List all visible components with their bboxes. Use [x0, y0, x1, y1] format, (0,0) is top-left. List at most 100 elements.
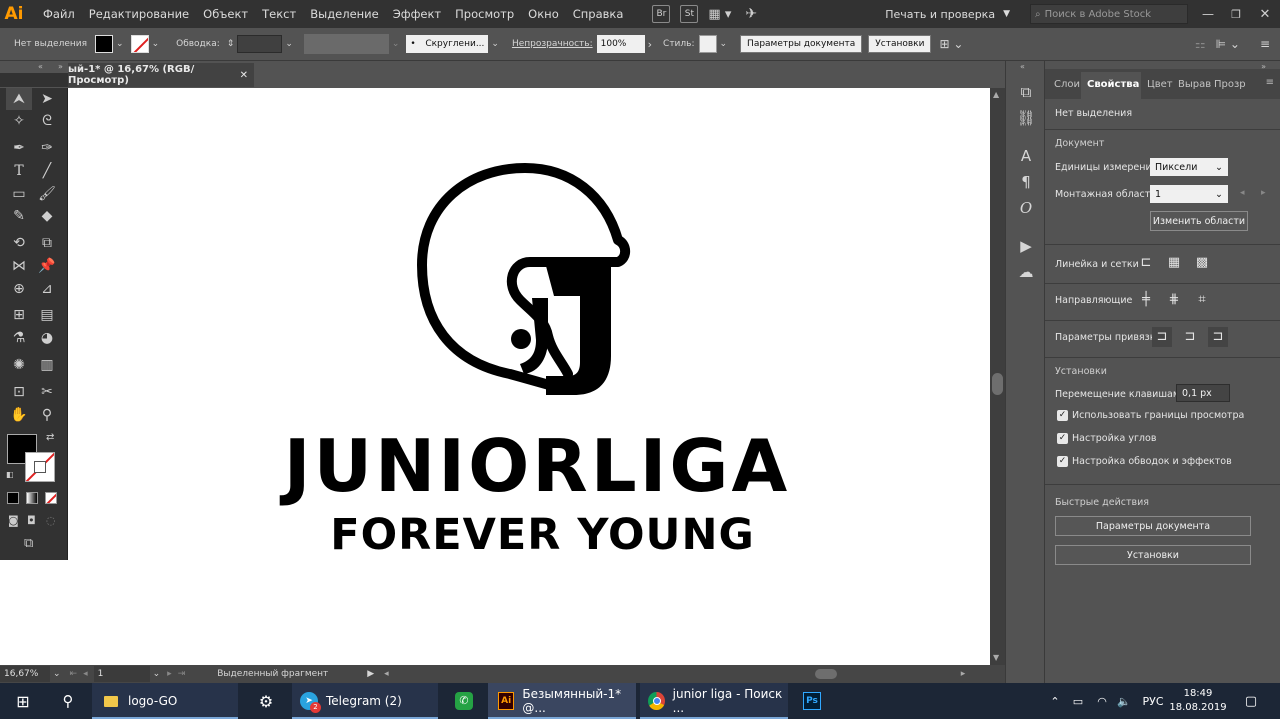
- chevron-down-icon[interactable]: ⌄: [285, 39, 293, 49]
- minimize-button[interactable]: —: [1194, 7, 1222, 21]
- close-tab-icon[interactable]: ✕: [240, 70, 248, 81]
- close-button[interactable]: ✕: [1250, 7, 1280, 22]
- pencil-tool-icon[interactable]: ✎: [6, 205, 32, 227]
- blend-tool-icon[interactable]: ◕: [34, 327, 60, 349]
- zoom-field[interactable]: 16,67%: [0, 666, 50, 682]
- quick-document-setup-button[interactable]: Параметры документа: [1055, 516, 1251, 536]
- units-select[interactable]: Пиксели ⌄: [1150, 158, 1228, 176]
- puppet-warp-tool-icon[interactable]: 📌: [34, 255, 60, 277]
- horizontal-scrollbar[interactable]: [395, 668, 955, 680]
- vertical-scrollbar[interactable]: ▲ ▼: [990, 88, 1005, 665]
- default-colors-icon[interactable]: ◧: [6, 470, 14, 479]
- taskbar-explorer[interactable]: logo-GO: [92, 683, 238, 719]
- bridge-button[interactable]: Br: [652, 5, 671, 23]
- show-guides-icon[interactable]: ╪: [1136, 290, 1156, 310]
- stock-search-field[interactable]: ⌕ Поиск в Adobe Stock: [1030, 4, 1188, 24]
- scale-tool-icon[interactable]: ⧉: [34, 232, 60, 254]
- last-artboard-icon[interactable]: ⇥: [178, 669, 186, 679]
- tab-color[interactable]: Цвет: [1147, 79, 1173, 90]
- scroll-up-icon[interactable]: ▲: [993, 90, 999, 99]
- workspace-switcher[interactable]: Печать и проверка ▼: [885, 8, 1010, 21]
- mesh-tool-icon[interactable]: ⊞: [6, 304, 32, 326]
- arrange-documents-icon[interactable]: ▦ ▾: [708, 7, 731, 22]
- first-artboard-icon[interactable]: ⇤: [70, 669, 78, 679]
- preferences-button[interactable]: Установки: [868, 35, 932, 53]
- chevron-down-icon[interactable]: ⌄: [153, 669, 161, 679]
- tab-layers[interactable]: Слои: [1054, 79, 1080, 90]
- curvature-tool-icon[interactable]: ✑: [34, 137, 60, 159]
- type-tool-icon[interactable]: T: [6, 160, 32, 182]
- lock-guides-icon[interactable]: ⋕: [1164, 290, 1184, 310]
- edit-artboards-button[interactable]: Изменить области: [1150, 211, 1248, 231]
- next-artboard-icon[interactable]: ▸: [167, 669, 172, 679]
- gradient-mode-icon[interactable]: [26, 492, 38, 504]
- collapse-icon[interactable]: «: [1020, 62, 1025, 71]
- tab-properties[interactable]: Свойства: [1087, 79, 1139, 90]
- gpu-performance-icon[interactable]: ✈: [745, 6, 757, 22]
- graph-tool-icon[interactable]: ▥: [34, 354, 60, 376]
- magic-wand-tool-icon[interactable]: ✧: [6, 110, 32, 132]
- lasso-tool-icon[interactable]: ᘓ: [34, 110, 60, 132]
- draw-behind-icon[interactable]: ◘: [27, 514, 36, 527]
- align-options-icon[interactable]: ⊞ ⌄: [939, 37, 963, 51]
- collapse-icon[interactable]: «: [38, 62, 43, 71]
- pen-tool-icon[interactable]: ✒: [6, 137, 32, 159]
- eraser-tool-icon[interactable]: ◆: [34, 205, 60, 227]
- hscroll-left-icon[interactable]: ◂: [384, 669, 389, 679]
- character-panel-icon[interactable]: A: [1016, 147, 1036, 167]
- panel-menu-icon[interactable]: ≡: [1266, 77, 1274, 88]
- taskbar-telegram[interactable]: ➤ 2 Telegram (2): [292, 683, 438, 719]
- artboard-select[interactable]: 1 ⌄: [1150, 185, 1228, 203]
- artboard-number-field[interactable]: 1: [93, 666, 150, 682]
- menu-file[interactable]: Файл: [36, 0, 82, 28]
- tray-network-icon[interactable]: ▭: [1068, 683, 1088, 719]
- chevron-down-icon[interactable]: ⌄: [53, 669, 61, 679]
- scale-corners-checkbox[interactable]: ✓: [1057, 433, 1068, 444]
- panel-menu-icon[interactable]: ⊫ ⌄: [1216, 37, 1240, 51]
- perspective-grid-tool-icon[interactable]: ⊿: [34, 278, 60, 300]
- chevron-down-icon[interactable]: ⌄: [720, 39, 728, 49]
- eyedropper-tool-icon[interactable]: ⚗: [6, 327, 32, 349]
- screen-mode-icon[interactable]: ⧉: [24, 536, 33, 551]
- stroke-color-swatch[interactable]: [25, 452, 55, 482]
- start-button[interactable]: ⊞: [0, 683, 46, 719]
- stepper-icon[interactable]: ⇕: [227, 39, 235, 49]
- brush-definition[interactable]: • Скруглени...: [406, 35, 489, 53]
- menu-effect[interactable]: Эффект: [386, 0, 448, 28]
- tray-clock[interactable]: 18:49 18.08.2019: [1169, 683, 1226, 719]
- links-panel-icon[interactable]: ⛓: [1016, 109, 1036, 129]
- scale-strokes-checkbox[interactable]: ✓: [1057, 456, 1068, 467]
- rectangle-tool-icon[interactable]: ▭: [6, 183, 32, 205]
- chevron-down-icon[interactable]: ⌄: [491, 39, 499, 49]
- stock-button[interactable]: St: [680, 5, 699, 23]
- paragraph-panel-icon[interactable]: ¶: [1016, 173, 1036, 193]
- ruler-icon[interactable]: ⊏: [1136, 253, 1156, 273]
- libraries-panel-icon[interactable]: ☁: [1016, 263, 1036, 283]
- artboard-canvas[interactable]: JUNIORLIGA FOREVER YOUNG: [0, 88, 990, 665]
- scroll-thumb[interactable]: [992, 373, 1003, 395]
- collapse-icon[interactable]: »: [58, 62, 63, 71]
- keyboard-increment-field[interactable]: 0,1 px: [1176, 384, 1230, 402]
- tray-chevron-icon[interactable]: ⌃: [1046, 683, 1064, 719]
- none-mode-icon[interactable]: [45, 492, 57, 504]
- menu-select[interactable]: Выделение: [303, 0, 386, 28]
- chevron-down-icon[interactable]: ⌄: [392, 39, 400, 49]
- selection-tool-icon[interactable]: ⮝: [6, 88, 32, 110]
- hand-tool-icon[interactable]: ✋: [6, 404, 32, 426]
- tray-language[interactable]: РУС: [1138, 683, 1168, 719]
- document-tab[interactable]: ый-1* @ 16,67% (RGB/Просмотр) ✕: [68, 63, 254, 87]
- status-text[interactable]: Выделенный фрагмент: [217, 669, 367, 679]
- arrange-icon[interactable]: ⚏: [1195, 37, 1206, 51]
- zoom-tool-icon[interactable]: ⚲: [34, 404, 60, 426]
- next-artboard-icon[interactable]: ▸: [1261, 188, 1266, 198]
- menu-view[interactable]: Просмотр: [448, 0, 521, 28]
- grid-icon[interactable]: ▦: [1164, 253, 1184, 273]
- action-center-icon[interactable]: ▢: [1236, 683, 1266, 719]
- use-preview-bounds-checkbox[interactable]: ✓: [1057, 410, 1068, 421]
- taskbar-photoshop[interactable]: Ps: [792, 683, 832, 719]
- opacity-field[interactable]: 100%: [596, 35, 645, 53]
- artboard-tool-icon[interactable]: ⊡: [6, 381, 32, 403]
- taskbar-chrome[interactable]: junior liga - Поиск ...: [640, 683, 788, 719]
- tray-volume-icon[interactable]: 🔈: [1114, 683, 1134, 719]
- shape-builder-tool-icon[interactable]: ⊕: [6, 278, 32, 300]
